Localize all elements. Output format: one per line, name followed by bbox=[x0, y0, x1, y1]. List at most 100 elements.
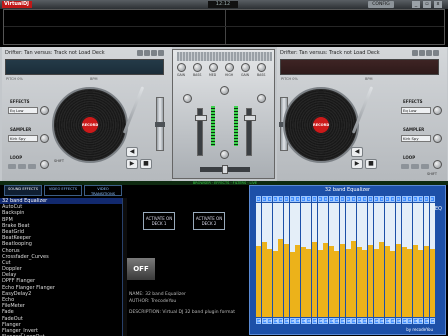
eq-band-empty bbox=[373, 203, 379, 249]
eq-band-slider[interactable]: 0 dB bbox=[284, 196, 289, 324]
deck-left-cue-button[interactable]: ◀ bbox=[126, 147, 138, 157]
deck-right-turntable[interactable]: RECORD bbox=[283, 87, 359, 163]
deck-right-button-b[interactable] bbox=[419, 50, 425, 56]
eq-band-top: 0 bbox=[289, 196, 295, 202]
eq-band-top: 0 bbox=[278, 196, 284, 202]
eq-band-slider[interactable]: 0 dB bbox=[368, 196, 373, 324]
eq-band-bottom: dB bbox=[412, 318, 418, 324]
deck-left-sampler-select[interactable]: Kirk Spy bbox=[8, 135, 38, 142]
eq-band-slider[interactable]: 0 dB bbox=[345, 196, 351, 324]
eq-band-bottom: dB bbox=[424, 318, 429, 324]
eq-band-slider[interactable]: 0 dB bbox=[407, 196, 413, 324]
eq-band-slider[interactable]: 0 dB bbox=[418, 196, 424, 324]
tab-video-transitions[interactable]: VIDEO TRANSITIONS bbox=[84, 185, 122, 196]
mixer-bass-right-knob[interactable] bbox=[257, 63, 266, 72]
deck-left-loop-out-button[interactable] bbox=[18, 164, 26, 169]
activate-deck1-button[interactable]: ACTIVATE ON DECK 1 bbox=[143, 212, 175, 230]
mixer-gain-left-knob[interactable] bbox=[177, 63, 186, 72]
deck-left-loop-knob[interactable] bbox=[40, 160, 49, 169]
deck-left-loop-in-button[interactable] bbox=[8, 164, 16, 169]
mixer-crossfader-handle[interactable] bbox=[222, 165, 228, 174]
deck-right-sampler-knob[interactable] bbox=[433, 134, 442, 143]
maximize-button[interactable]: ▫ bbox=[423, 1, 431, 8]
deck-left-button-d[interactable] bbox=[158, 50, 164, 56]
deck-right-button-c[interactable] bbox=[426, 50, 432, 56]
eq-band-slider[interactable]: 0 dB bbox=[328, 196, 334, 324]
effects-list[interactable]: 32 band Equalizer AutoCut Backspin BPM Brake… bbox=[0, 198, 123, 336]
mixer-filter-left-knob[interactable] bbox=[183, 94, 192, 103]
eq-band-slider[interactable]: 0 dB bbox=[356, 196, 362, 324]
mixer-volume-left-fader[interactable] bbox=[195, 108, 207, 156]
deck-right-effect-select[interactable]: Eq Low bbox=[401, 107, 431, 114]
deck-right-play-button[interactable]: ▶ bbox=[351, 159, 363, 169]
eq-band-slider[interactable]: 0 dB bbox=[295, 196, 301, 324]
eq-band-slider[interactable]: 0 dB bbox=[306, 196, 312, 324]
deck-left-play-button[interactable]: ▶ bbox=[126, 159, 138, 169]
eq-band-slider[interactable]: 0 dB bbox=[334, 196, 340, 324]
mixer-med-left-knob[interactable] bbox=[209, 63, 218, 72]
deck-right-loop-knob[interactable] bbox=[433, 160, 442, 169]
eq-band-slider[interactable]: 0 dB bbox=[396, 196, 401, 324]
eq-band-slider[interactable]: 0 dB bbox=[351, 196, 357, 324]
config-button[interactable]: CONFIG bbox=[368, 1, 394, 8]
eq-band-slider[interactable]: 0 dB bbox=[256, 196, 261, 324]
deck-left-effect-select[interactable]: Eq Low bbox=[8, 107, 38, 114]
mixer-volume-left-handle[interactable] bbox=[195, 115, 207, 121]
waveform-display[interactable] bbox=[3, 9, 445, 45]
deck-right-loop-in-button[interactable] bbox=[401, 164, 409, 169]
eq-band-slider[interactable]: 0 dB bbox=[300, 196, 306, 324]
eq-band-slider[interactable]: 0 dB bbox=[429, 196, 435, 324]
eq-band-empty bbox=[261, 203, 267, 242]
deck-left-button-c[interactable] bbox=[151, 50, 157, 56]
mixer-crossfader[interactable] bbox=[200, 165, 250, 174]
deck-left-effect-knob[interactable] bbox=[40, 106, 49, 115]
deck-left-button-b[interactable] bbox=[144, 50, 150, 56]
eq-band-slider[interactable]: 0 dB bbox=[373, 196, 379, 324]
eq-band-slider[interactable]: 0 dB bbox=[379, 196, 385, 324]
deck-right-button-a[interactable] bbox=[412, 50, 418, 56]
eq-band-slider[interactable]: 0 dB bbox=[278, 196, 284, 324]
eq-band-slider[interactable]: 0 dB bbox=[384, 196, 390, 324]
eq-band-slider[interactable]: 0 dB bbox=[323, 196, 329, 324]
deck-left-turntable[interactable]: RECORD bbox=[52, 87, 128, 163]
mixer-filter-right-knob[interactable] bbox=[257, 94, 266, 103]
deck-left-stop-button[interactable]: ■ bbox=[140, 159, 152, 169]
deck-left-button-a[interactable] bbox=[137, 50, 143, 56]
mixer-high-left-knob[interactable] bbox=[225, 63, 234, 72]
eq-band-slider[interactable]: 0 dB bbox=[317, 196, 323, 324]
eq-band-slider[interactable]: 0 dB bbox=[340, 196, 345, 324]
eq-band-slider[interactable]: 0 dB bbox=[390, 196, 396, 324]
deck-right-loop-out-button[interactable] bbox=[411, 164, 419, 169]
eq-band-slider[interactable]: 0 dB bbox=[289, 196, 295, 324]
close-button[interactable]: x bbox=[434, 1, 442, 8]
eq-band-slider[interactable]: 0 dB bbox=[362, 196, 368, 324]
tab-video-effects[interactable]: VIDEO EFFECTS bbox=[44, 185, 82, 196]
deck-right-loop-size-button[interactable] bbox=[421, 164, 429, 169]
deck-right-button-d[interactable] bbox=[433, 50, 439, 56]
deck-right-effect-knob[interactable] bbox=[433, 106, 442, 115]
deck-left-loop-label: LOOP bbox=[10, 155, 23, 160]
eq-band-slider[interactable]: 0 dB bbox=[312, 196, 317, 324]
deck-right-cue-button[interactable]: ◀ bbox=[351, 147, 363, 157]
mixer-master-knob[interactable] bbox=[220, 86, 229, 95]
mixer-bass-left-knob[interactable] bbox=[193, 63, 202, 72]
deck-left-pitch-slider[interactable] bbox=[155, 97, 165, 151]
eq-band-slider[interactable]: 0 dB bbox=[424, 196, 429, 324]
tab-sound-effects[interactable]: SOUND EFFECTS bbox=[4, 185, 42, 196]
eq-band-slider[interactable]: 0 dB bbox=[401, 196, 407, 324]
mixer-pfl-knob[interactable] bbox=[220, 150, 229, 159]
mixer-gain-right-knob[interactable] bbox=[241, 63, 250, 72]
eq-band-slider[interactable]: 0 dB bbox=[267, 196, 273, 324]
mixer-volume-right-handle[interactable] bbox=[244, 115, 256, 121]
deck-left-sampler-knob[interactable] bbox=[40, 134, 49, 143]
deck-right-sampler-select[interactable]: Kirk Spy bbox=[401, 135, 431, 142]
minimize-button[interactable]: _ bbox=[412, 1, 420, 8]
eq-band-slider[interactable]: 0 dB bbox=[272, 196, 278, 324]
activate-deck2-button[interactable]: ACTIVATE ON DECK 2 bbox=[193, 212, 225, 230]
eq-band-slider[interactable]: 0 dB bbox=[412, 196, 418, 324]
deck-left-pitch-handle[interactable] bbox=[155, 122, 165, 127]
eq-band-slider[interactable]: 0 dB bbox=[261, 196, 267, 324]
deck-right-stop-button[interactable]: ■ bbox=[365, 159, 377, 169]
deck-left-loop-size-button[interactable] bbox=[28, 164, 36, 169]
mixer-volume-right-fader[interactable] bbox=[244, 108, 256, 156]
